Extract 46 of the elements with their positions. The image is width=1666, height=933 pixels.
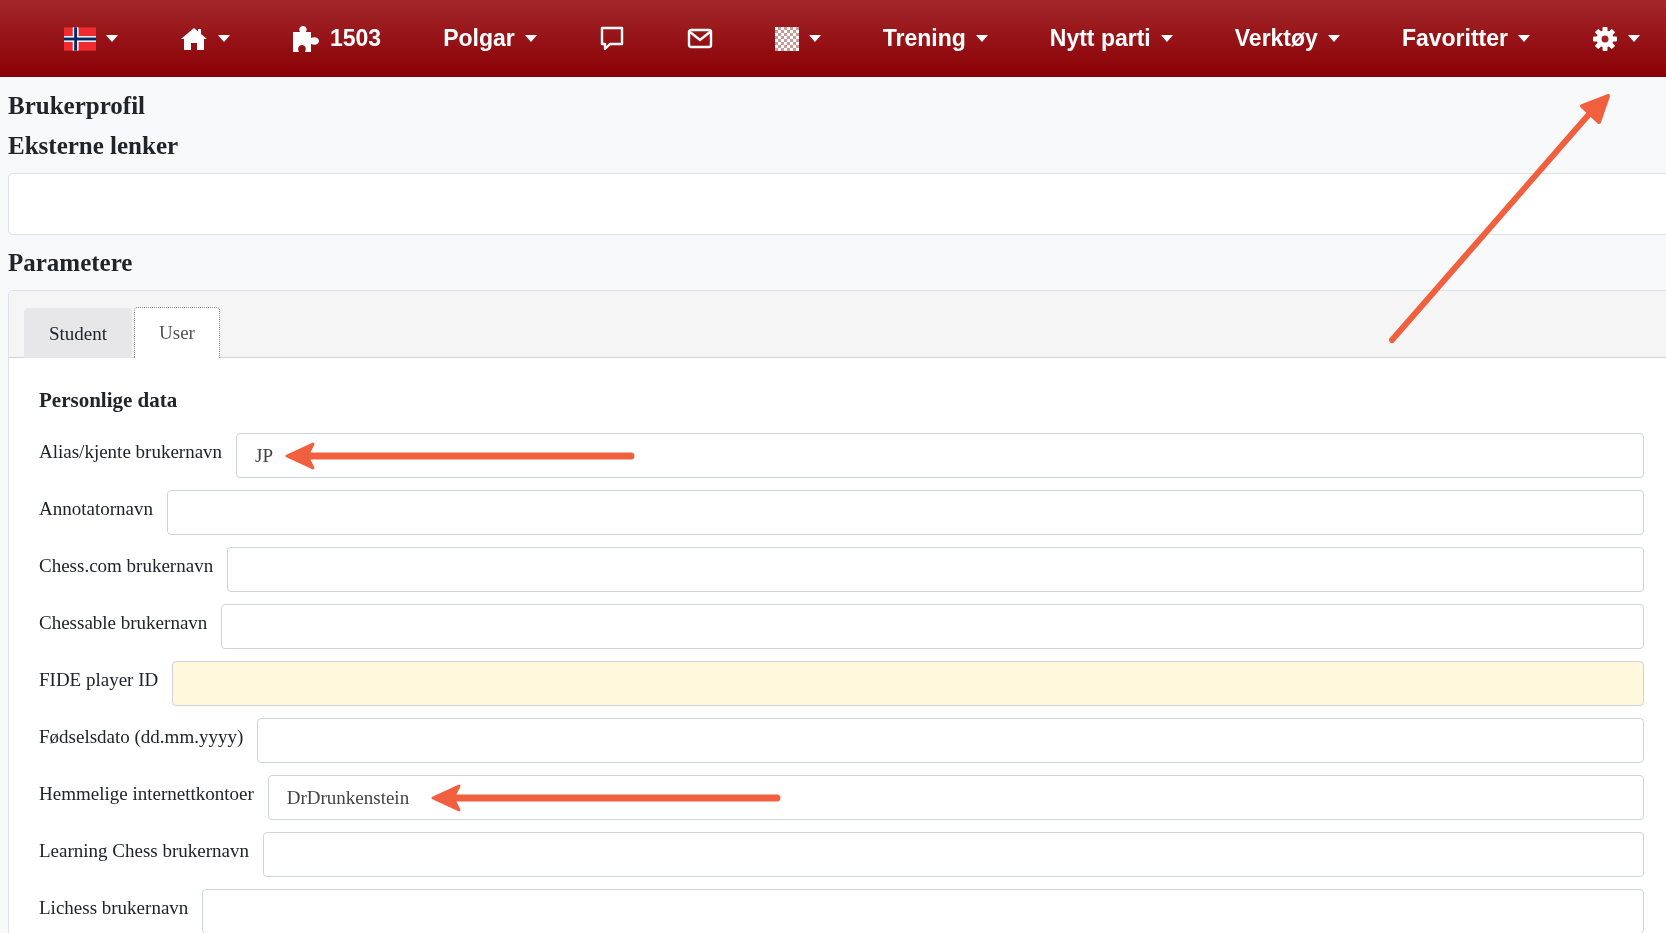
menu-button[interactable]: Nytt parti	[1045, 19, 1177, 58]
speech-bubble-icon	[598, 25, 625, 52]
caret-icon	[808, 35, 821, 42]
field-label: FIDE player ID	[39, 668, 159, 691]
text-field[interactable]: JP	[236, 433, 1644, 478]
caret-icon	[1627, 35, 1640, 42]
field-label: Lichess brukernavn	[39, 896, 189, 919]
text-field[interactable]	[263, 832, 1644, 877]
envelope-icon	[686, 27, 713, 50]
puzzle-piece-icon	[292, 25, 320, 52]
menu-button[interactable]: Polgar	[439, 19, 541, 58]
tab[interactable]: User	[134, 307, 220, 358]
field-label: Chessable brukernavn	[39, 611, 208, 634]
settings-icon	[1591, 25, 1618, 52]
text-field[interactable]	[221, 604, 1644, 649]
caret-icon	[106, 35, 118, 42]
caret-icon	[1327, 35, 1340, 42]
menu-button[interactable]: Favoritter	[1397, 19, 1534, 58]
caret-icon	[218, 35, 230, 42]
caret-icon	[1517, 35, 1530, 42]
text-field[interactable]: DrDrunkenstein	[267, 775, 1644, 820]
tab[interactable]: Student	[24, 308, 133, 358]
puzzle-rating-button[interactable]: 1503	[288, 19, 386, 58]
menu-button[interactable]: Trening	[878, 19, 992, 58]
section-title: Parametere	[8, 248, 134, 278]
text-field[interactable]	[172, 661, 1644, 706]
caret-icon	[975, 35, 988, 42]
field-label: Chess.com brukernavn	[39, 554, 214, 577]
text-field[interactable]	[167, 490, 1644, 535]
caret-icon	[524, 35, 537, 42]
home-icon	[180, 26, 208, 51]
norway-flag-icon	[64, 26, 96, 51]
text-field[interactable]	[202, 889, 1644, 933]
group-title: Personlige data	[39, 388, 179, 413]
field-label: Hemmelige internettkontoer	[39, 782, 254, 805]
text-field[interactable]	[257, 718, 1644, 763]
field-label: Learning Chess brukernavn	[39, 839, 249, 862]
caret-icon	[1160, 35, 1173, 42]
checkerboard-icon	[774, 26, 799, 51]
page-title: Brukerprofil	[8, 91, 147, 121]
field-label: Annotatornavn	[39, 497, 153, 520]
field-label: Alias/kjente brukernavn	[39, 440, 223, 463]
section-title: Eksterne lenker	[8, 131, 180, 161]
text-field[interactable]	[227, 547, 1644, 592]
field-label: Fødselsdato (dd.mm.yyyy)	[39, 725, 244, 748]
menu-button[interactable]: Verktøy	[1230, 19, 1344, 58]
